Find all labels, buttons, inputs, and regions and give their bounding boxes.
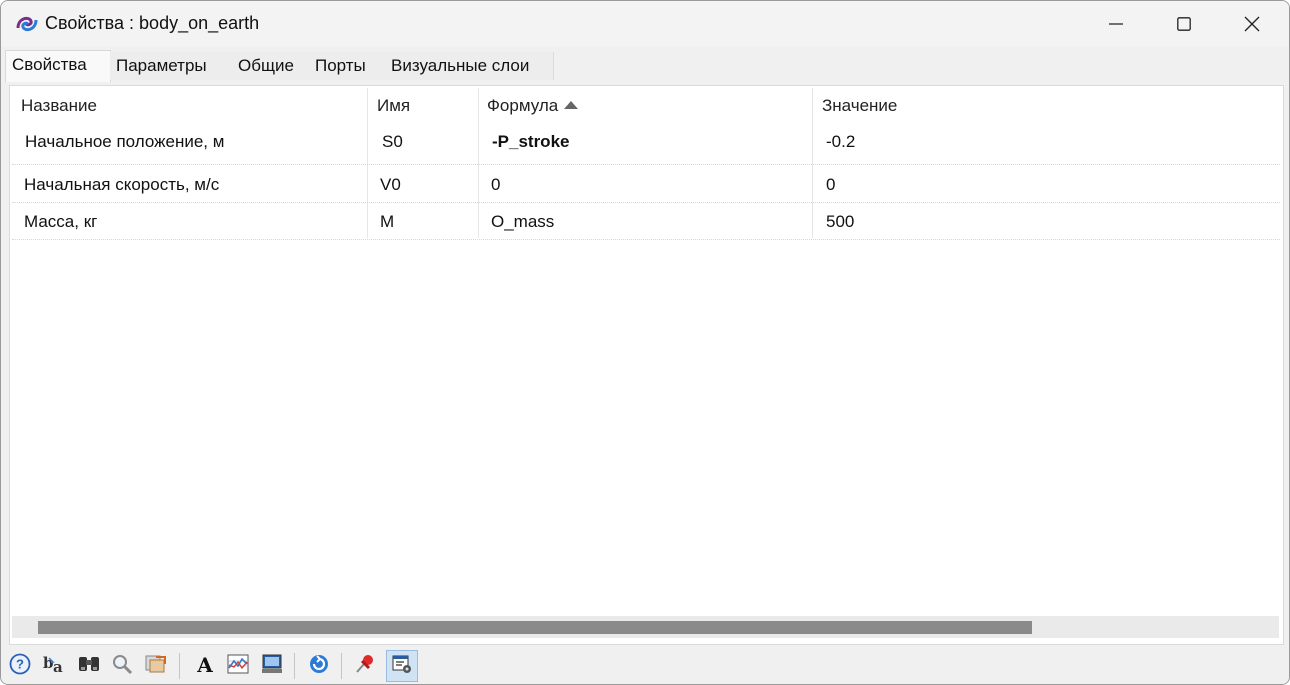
text-style-button[interactable]: ba bbox=[40, 652, 68, 680]
column-header-name[interactable]: Название bbox=[21, 96, 97, 116]
column-divider bbox=[367, 88, 368, 238]
cell-value[interactable]: 0 bbox=[826, 175, 835, 195]
find-button[interactable] bbox=[75, 652, 103, 680]
pin-button[interactable] bbox=[351, 652, 379, 680]
cell-id[interactable]: M bbox=[380, 212, 394, 232]
export-button[interactable] bbox=[142, 652, 170, 680]
close-icon bbox=[1244, 16, 1260, 32]
font-icon: A bbox=[194, 653, 216, 680]
svg-text:a: a bbox=[53, 658, 63, 675]
toolbar-separator bbox=[179, 653, 180, 679]
app-logo-icon bbox=[15, 13, 39, 35]
tab-general[interactable]: Общие bbox=[232, 52, 312, 80]
cell-formula[interactable]: 0 bbox=[491, 175, 500, 195]
column-divider bbox=[478, 88, 479, 238]
monitor-button[interactable] bbox=[258, 652, 286, 680]
maximize-button[interactable] bbox=[1151, 1, 1217, 47]
toolbar-separator bbox=[341, 653, 342, 679]
column-header-formula[interactable]: Формула bbox=[487, 96, 579, 116]
refresh-button[interactable] bbox=[305, 652, 333, 680]
text-style-icon: ba bbox=[41, 653, 67, 680]
cell-id[interactable]: V0 bbox=[380, 175, 401, 195]
svg-text:A: A bbox=[196, 653, 213, 675]
column-header-id[interactable]: Имя bbox=[377, 96, 410, 116]
cell-name[interactable]: Начальная скорость, м/с bbox=[24, 175, 219, 195]
column-header-value[interactable]: Значение bbox=[822, 96, 897, 116]
graph-icon bbox=[226, 653, 250, 680]
monitor-icon bbox=[260, 653, 284, 680]
minimize-button[interactable] bbox=[1083, 1, 1149, 47]
window-settings-icon bbox=[391, 653, 413, 680]
tab-ports[interactable]: Порты bbox=[309, 52, 387, 80]
font-button[interactable]: A bbox=[191, 652, 219, 680]
window-title: Свойства : body_on_earth bbox=[45, 13, 260, 33]
tab-bar: Свойства Параметры Общие Порты Визуальны… bbox=[5, 50, 1285, 82]
cell-value[interactable]: -0.2 bbox=[826, 132, 855, 152]
row-separator bbox=[12, 239, 1280, 240]
help-icon: ? bbox=[9, 653, 31, 680]
refresh-icon bbox=[308, 653, 330, 680]
properties-table: Название Имя Формула Значение Начальное … bbox=[9, 85, 1284, 645]
bottom-toolbar: ? ba A bbox=[1, 647, 1289, 684]
maximize-icon bbox=[1177, 17, 1191, 31]
cell-name[interactable]: Начальное положение, м bbox=[25, 132, 224, 152]
sort-ascending-icon bbox=[564, 101, 579, 109]
cell-formula[interactable]: -P_stroke bbox=[492, 132, 569, 152]
minimize-icon bbox=[1109, 17, 1123, 31]
toolbar-separator bbox=[294, 653, 295, 679]
zoom-button[interactable] bbox=[108, 652, 136, 680]
close-button[interactable] bbox=[1219, 1, 1285, 47]
graph-button[interactable] bbox=[224, 652, 252, 680]
cell-name[interactable]: Масса, кг bbox=[24, 212, 97, 232]
title-bar[interactable]: Свойства : body_on_earth bbox=[1, 1, 1289, 47]
properties-window: Свойства : body_on_earth Свойства Параме… bbox=[0, 0, 1290, 685]
horizontal-scrollbar[interactable] bbox=[12, 616, 1279, 638]
magnifier-icon bbox=[111, 653, 133, 680]
help-button[interactable]: ? bbox=[6, 652, 34, 680]
binoculars-icon bbox=[77, 653, 101, 680]
window-settings-button[interactable] bbox=[386, 650, 418, 682]
tab-properties[interactable]: Свойства bbox=[5, 50, 111, 82]
svg-text:b: b bbox=[43, 654, 54, 672]
tab-parameters[interactable]: Параметры bbox=[110, 52, 233, 80]
cell-id[interactable]: S0 bbox=[382, 132, 403, 152]
pin-icon bbox=[354, 653, 376, 680]
row-separator bbox=[12, 202, 1280, 203]
cell-formula[interactable]: O_mass bbox=[491, 212, 554, 232]
export-icon bbox=[144, 653, 168, 680]
tab-visual-layers[interactable]: Визуальные слои bbox=[385, 52, 554, 80]
scrollbar-thumb[interactable] bbox=[38, 621, 1032, 634]
cell-value[interactable]: 500 bbox=[826, 212, 854, 232]
row-separator bbox=[12, 164, 1280, 165]
svg-text:?: ? bbox=[16, 656, 24, 671]
column-divider bbox=[812, 88, 813, 238]
